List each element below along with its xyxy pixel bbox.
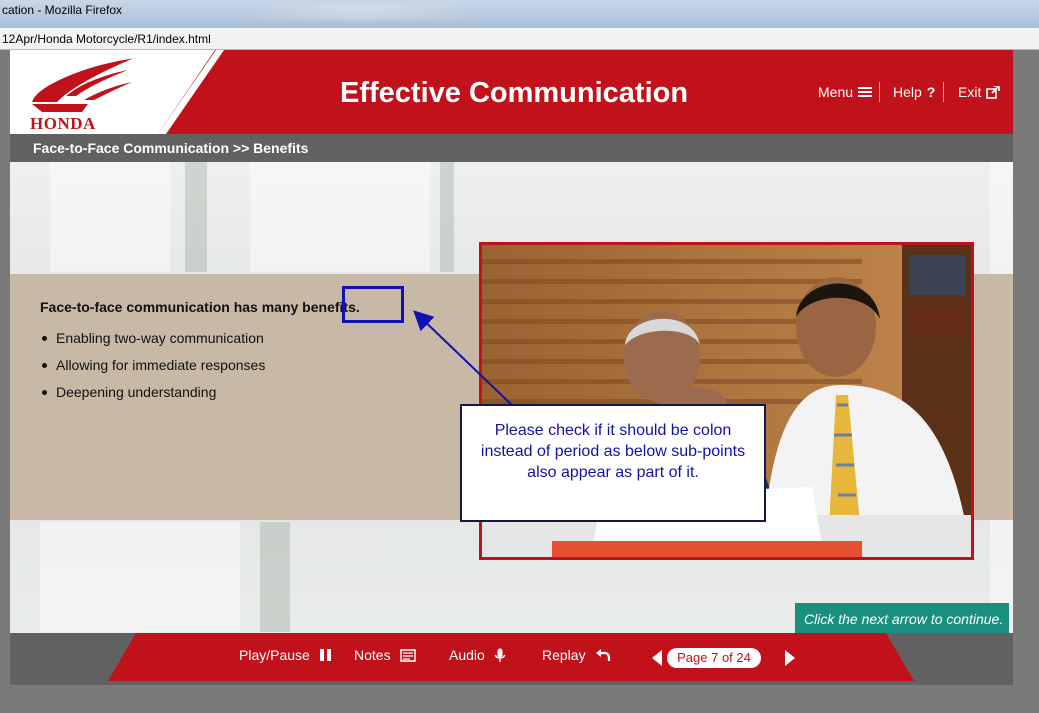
window-margin-right [1013, 50, 1039, 713]
background-window [40, 522, 240, 632]
replay-label: Replay [542, 647, 586, 663]
player-controls: Play/Pause Notes Audio Replay Page 7 of … [108, 633, 914, 681]
content-heading: Face-to-face communication has many bene… [40, 299, 360, 315]
background-window [50, 162, 170, 272]
help-label: Help [893, 84, 922, 100]
window-margin-bottom [0, 685, 1039, 713]
list-item: Deepening understanding [40, 384, 265, 411]
list-item-text: Enabling two-way communication [56, 330, 264, 346]
play-pause-button[interactable]: Play/Pause [239, 647, 333, 663]
logo-divider-stripe [158, 50, 224, 134]
course-header: HONDA Effective Communication Menu Help … [10, 50, 1013, 134]
question-icon: ? [926, 84, 936, 100]
notes-button[interactable]: Notes [354, 647, 416, 663]
window-margin-left [0, 50, 10, 713]
bullet-icon [42, 363, 47, 368]
background-window [250, 162, 430, 272]
audio-label: Audio [449, 647, 485, 663]
continue-hint: Click the next arrow to continue. [795, 603, 1009, 633]
window-title: cation - Mozilla Firefox [2, 3, 123, 17]
bullet-icon [42, 390, 47, 395]
background-pillar [185, 162, 207, 272]
breadcrumb: Face-to-Face Communication >> Benefits [33, 140, 309, 156]
background-pillar [260, 522, 290, 632]
honda-wing-logo [32, 57, 137, 112]
next-arrow-icon[interactable] [785, 650, 795, 666]
address-bar[interactable]: 12Apr/Honda Motorcycle/R1/index.html [0, 28, 1039, 50]
browser-title-bar: cation - Mozilla Firefox [0, 0, 1039, 28]
list-item: Enabling two-way communication [40, 330, 265, 357]
exit-label: Exit [958, 84, 982, 100]
breadcrumb-bar: Face-to-Face Communication >> Benefits [10, 134, 1013, 162]
notes-label: Notes [354, 647, 391, 663]
nav-separator [879, 82, 880, 102]
audio-button[interactable]: Audio [449, 647, 506, 663]
url-text[interactable]: 12Apr/Honda Motorcycle/R1/index.html [2, 32, 211, 46]
help-button[interactable]: Help ? [893, 84, 935, 100]
pause-icon [319, 649, 331, 661]
course-player: HONDA Effective Communication Menu Help … [10, 50, 1013, 685]
bullet-icon [42, 336, 47, 341]
replay-icon [595, 649, 610, 661]
page-title: Effective Communication [340, 77, 689, 109]
benefits-list: Enabling two-way communication Allowing … [40, 330, 265, 411]
play-pause-label: Play/Pause [239, 647, 310, 663]
page-indicator: Page 7 of 24 [667, 648, 761, 668]
list-item-text: Deepening understanding [56, 384, 217, 400]
previous-arrow-icon[interactable] [652, 650, 662, 666]
microphone-icon [494, 648, 506, 662]
hamburger-icon [858, 87, 873, 97]
exit-button[interactable]: Exit [958, 84, 1001, 100]
menu-label: Menu [818, 84, 854, 100]
annotation-highlight-box [342, 286, 404, 323]
honda-logo-text: HONDA [30, 114, 96, 133]
replay-button[interactable]: Replay [542, 647, 611, 663]
list-item: Allowing for immediate responses [40, 357, 265, 384]
external-link-icon [986, 85, 1001, 99]
background-pillar [440, 162, 454, 272]
menu-button[interactable]: Menu [818, 84, 873, 100]
blurred-tabs [235, 4, 485, 20]
list-item-text: Allowing for immediate responses [56, 357, 266, 373]
nav-separator [943, 82, 944, 102]
notes-icon [399, 648, 416, 662]
annotation-note: Please check if it should be colon inste… [460, 404, 766, 522]
